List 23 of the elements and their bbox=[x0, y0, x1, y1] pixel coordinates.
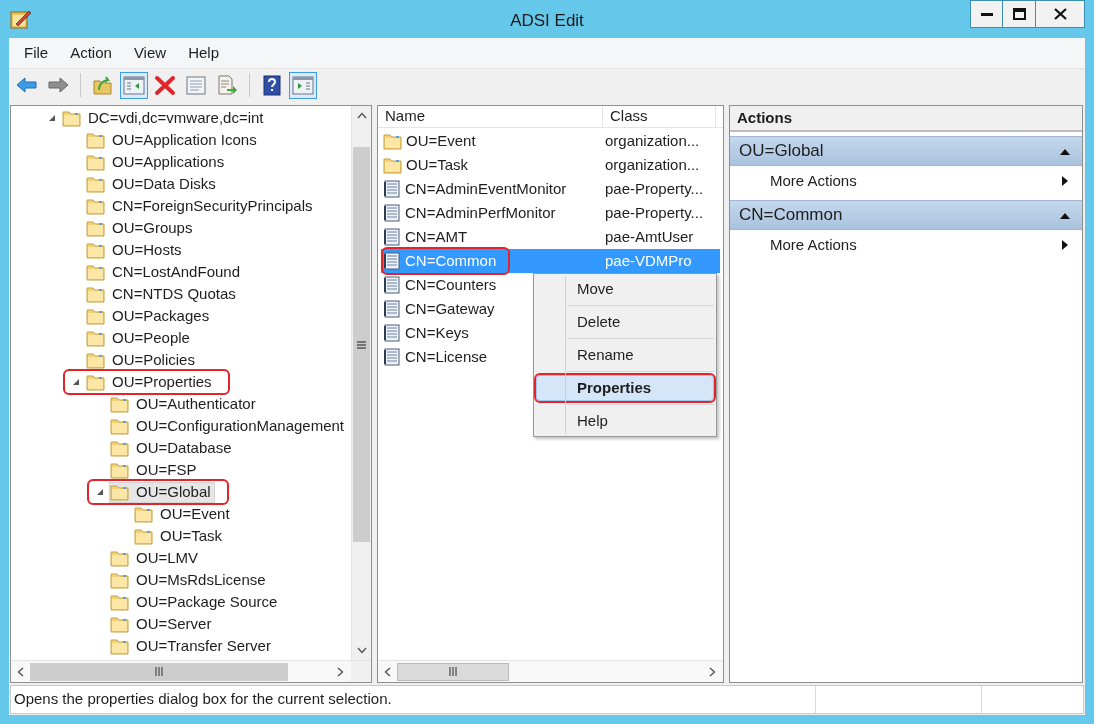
status-text: Opens the properties dialog box for the current selection. bbox=[11, 686, 816, 713]
window-title: ADSI Edit bbox=[510, 10, 584, 33]
class-text: organization... bbox=[604, 130, 700, 151]
name-text: CN=Counters bbox=[405, 274, 497, 295]
name-text: OU=Event bbox=[406, 130, 476, 151]
name-text: CN=Keys bbox=[405, 322, 469, 343]
name-text: OU=Task bbox=[406, 154, 469, 175]
class-text: organization... bbox=[604, 154, 700, 175]
name-text: CN=AMT bbox=[405, 226, 468, 247]
name-text: CN=AdminPerfMonitor bbox=[405, 202, 556, 223]
class-text: pae-Property... bbox=[604, 202, 704, 223]
name-text: CN=AdminEventMonitor bbox=[405, 178, 567, 199]
action-label: More Actions bbox=[770, 234, 857, 255]
class-text: pae-AmtUser bbox=[604, 226, 694, 247]
class-text: pae-Property... bbox=[604, 178, 704, 199]
action-label: More Actions bbox=[770, 170, 857, 191]
actions-header: Actions bbox=[730, 106, 1082, 132]
class-text: pae-VDMPro bbox=[604, 250, 692, 271]
name-text: CN=License bbox=[405, 346, 488, 367]
section-title: CN=Common bbox=[739, 204, 843, 227]
section-title: OU=Global bbox=[739, 140, 824, 163]
name-text: CN=Common bbox=[405, 250, 497, 271]
name-text: CN=Gateway bbox=[405, 298, 495, 319]
